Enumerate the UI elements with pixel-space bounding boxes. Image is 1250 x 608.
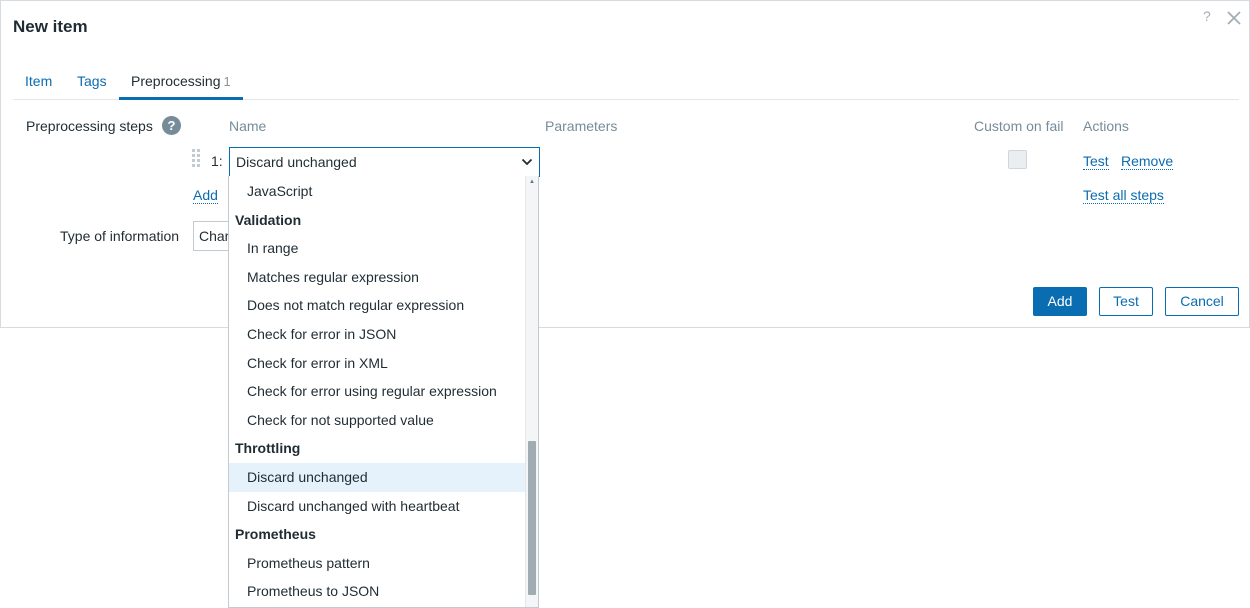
add-button[interactable]: Add xyxy=(1033,287,1087,316)
column-header-name: Name xyxy=(229,118,267,134)
dropdown-option[interactable]: In range xyxy=(229,234,526,263)
dropdown-option[interactable]: Matches regular expression xyxy=(229,263,526,292)
step-type-value: Discard unchanged xyxy=(236,154,357,170)
help-icon[interactable]: ? xyxy=(1203,8,1211,24)
tab-preprocessing-count: 1 xyxy=(223,74,231,89)
scroll-thumb[interactable] xyxy=(528,441,536,595)
tab-preprocessing-label: Preprocessing xyxy=(131,73,221,89)
new-item-dialog: New item ? Item Tags Preprocessing 1 Prep… xyxy=(0,0,1250,328)
dropdown-option[interactable]: Discard unchanged with heartbeat xyxy=(229,492,526,521)
tab-item[interactable]: Item xyxy=(25,73,52,89)
dropdown-group-header: Throttling xyxy=(235,440,301,457)
close-icon[interactable] xyxy=(1225,5,1243,25)
dropdown-option[interactable]: Discard unchanged xyxy=(229,463,526,492)
cancel-button[interactable]: Cancel xyxy=(1165,287,1239,316)
tab-tags[interactable]: Tags xyxy=(77,73,107,89)
dropdown-option[interactable]: Check for error in JSON xyxy=(229,320,526,349)
dropdown-option[interactable]: Prometheus pattern xyxy=(229,549,526,578)
preprocessing-steps-label: Preprocessing steps xyxy=(26,118,153,134)
dropdown-group-header: Validation xyxy=(235,211,302,228)
dropdown-option[interactable]: Check for not supported value xyxy=(229,406,526,435)
dropdown-option[interactable]: Check for error using regular expression xyxy=(229,377,526,406)
column-header-custom-on-fail: Custom on fail xyxy=(974,118,1064,134)
type-of-information-label: Type of information xyxy=(60,228,180,244)
dropdown-option[interactable]: Does not match regular expression xyxy=(229,291,526,320)
test-all-steps-link[interactable]: Test all steps xyxy=(1083,187,1164,204)
tab-preprocessing[interactable]: Preprocessing 1 xyxy=(119,63,243,100)
dropdown-option[interactable]: JavaScript xyxy=(229,177,526,206)
step-type-dropdown: JavaScript Validation In range Matches regu… xyxy=(228,176,539,608)
custom-on-fail-checkbox[interactable] xyxy=(1008,150,1027,169)
question-icon[interactable]: ? xyxy=(162,116,181,135)
drag-handle-icon[interactable] xyxy=(192,149,202,171)
dialog-title: New item xyxy=(13,17,88,36)
column-header-actions: Actions xyxy=(1083,118,1129,134)
tab-bar: Item Tags Preprocessing 1 xyxy=(13,63,1239,100)
step-type-select[interactable]: Discard unchanged xyxy=(229,147,540,177)
step-number: 1: xyxy=(211,153,223,169)
dropdown-scrollbar[interactable]: ▲ xyxy=(525,176,538,607)
dropdown-group-header: Prometheus xyxy=(235,526,316,543)
test-button[interactable]: Test xyxy=(1099,287,1153,316)
column-header-parameters: Parameters xyxy=(545,118,618,134)
scroll-up-icon[interactable]: ▲ xyxy=(529,179,535,185)
add-step-link[interactable]: Add xyxy=(193,187,218,204)
remove-step-link[interactable]: Remove xyxy=(1121,153,1174,170)
dropdown-option[interactable]: Prometheus to JSON xyxy=(229,577,526,606)
test-step-link[interactable]: Test xyxy=(1083,153,1109,170)
chevron-down-icon xyxy=(521,158,533,166)
dropdown-option[interactable]: Check for error in XML xyxy=(229,349,526,378)
